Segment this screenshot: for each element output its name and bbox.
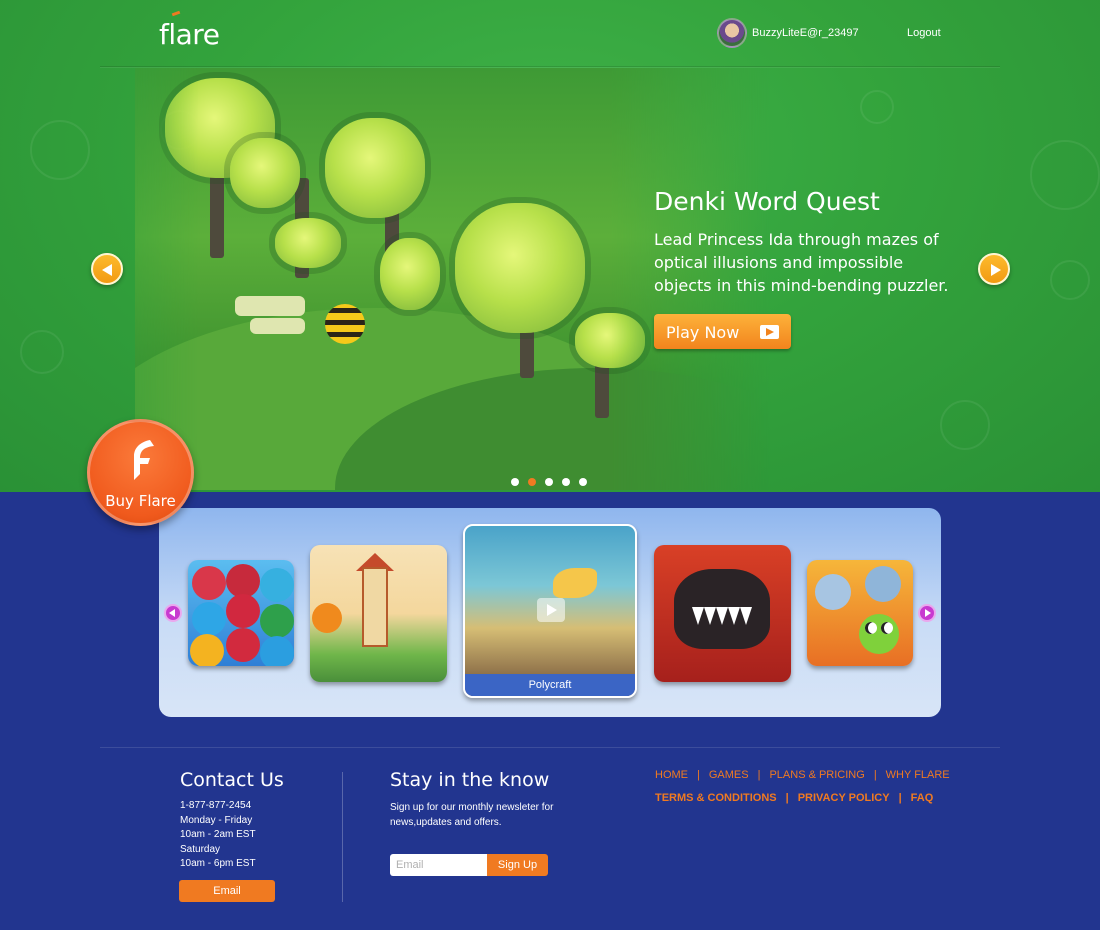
link-separator: | [898,792,902,804]
footer-nav-primary: HOME | GAMES | PLANS & PRICING | WHY FLARE [655,769,950,781]
slide-dot-3[interactable] [545,478,553,486]
bubble [226,628,260,662]
tree-canopy [230,138,300,208]
game-tile-polycraft[interactable]: Polycraft [463,524,637,698]
flare-logo[interactable]: flare [159,10,220,51]
monster [674,569,770,649]
slide-description: Lead Princess Ida through mazes of optic… [654,230,949,295]
slide-dot-1[interactable] [511,478,519,486]
slide-dot-2[interactable] [528,478,536,486]
slide-pagination [511,478,587,486]
explosion [553,568,597,598]
game-tile-cut-the-rope[interactable] [807,560,913,666]
stone-path [250,318,305,334]
stone-path [235,296,305,316]
email-button[interactable]: Email [179,880,275,902]
contact-hours: 10am - 2am EST [180,829,256,840]
username[interactable]: BuzzyLiteE@r_23497 [752,27,859,39]
om-nom-character [859,614,899,654]
footer-link-games[interactable]: GAMES [709,769,749,781]
logo-accent [171,10,181,17]
background-swirl [20,330,64,374]
newsletter-text: Sign up for our monthly newsleter for ne… [390,802,554,828]
hero-banner: flare BuzzyLiteE@r_23497 Logout Denki Wo… [0,0,1100,492]
flare-logo-icon [134,440,154,480]
logout-link[interactable]: Logout [907,27,941,39]
bubble [260,568,294,602]
carousel-next-button[interactable] [918,604,936,622]
user-avatar[interactable] [717,18,747,48]
bubble [226,564,260,598]
background-swirl [940,400,990,450]
footer-column-divider [342,772,343,902]
tree-canopy [380,238,440,310]
hero-prev-button[interactable] [91,253,123,285]
buy-flare-label: Buy Flare [105,492,176,510]
link-separator: | [785,792,789,804]
tree-canopy [325,118,425,218]
background-swirl [1050,260,1090,300]
slide-dot-5[interactable] [579,478,587,486]
link-separator: | [697,769,700,781]
tree-canopy [275,218,341,268]
bubble [226,594,260,628]
background-swirl [860,90,894,124]
link-separator: | [757,769,761,781]
bubble [260,604,294,638]
bubble [192,602,226,636]
slide-dot-4[interactable] [562,478,570,486]
tile-caption: Polycraft [465,674,635,696]
footer-link-why-flare[interactable]: WHY FLARE [886,769,950,781]
hero-next-button[interactable] [978,253,1010,285]
game-tile-bubbles[interactable] [188,560,294,666]
buy-flare-button[interactable]: Buy Flare [87,419,194,526]
contact-phone: 1-877-877-2454 [180,800,252,811]
monster-teeth [692,607,752,625]
header-divider [100,66,1000,67]
signup-button[interactable]: Sign Up [487,854,548,876]
footer-link-terms-conditions[interactable]: TERMS & CONDITIONS [655,792,777,804]
contact-hours-label: Monday - Friday [180,815,253,826]
tree-canopy [455,203,585,333]
footer-nav-legal: TERMS & CONDITIONS | PRIVACY POLICY | FAQ [655,792,933,804]
tree-trunk [210,168,224,258]
contact-heading: Contact Us [180,769,284,791]
bubble [190,634,224,666]
footer-link-privacy-policy[interactable]: PRIVACY POLICY [798,792,890,804]
castle-tower [362,567,388,647]
footer-link-faq[interactable]: FAQ [911,792,934,804]
background-swirl [30,120,90,180]
carousel-prev-button[interactable] [164,604,182,622]
bubble [192,566,226,600]
bubble [260,636,294,666]
game-tile-castle[interactable] [310,545,447,682]
newsletter-email-input[interactable] [390,854,490,876]
character [312,603,342,633]
footer-divider [100,747,1000,748]
footer-link-plans-pricing[interactable]: PLANS & PRICING [769,769,864,781]
background-swirl [1030,140,1100,210]
play-now-button[interactable]: Play Now [654,314,791,349]
video-play-icon[interactable] [537,598,565,622]
tree-canopy [575,313,645,368]
play-now-label: Play Now [666,323,740,342]
contact-hours: 10am - 6pm EST [180,858,256,869]
character [865,566,901,602]
character [815,574,851,610]
slide-title: Denki Word Quest [654,187,880,216]
game-tile-monster[interactable] [654,545,791,682]
contact-hours-label: Saturday [180,844,221,855]
play-icon [760,325,779,339]
bee-character [325,304,365,344]
footer-link-home[interactable]: HOME [655,769,688,781]
newsletter-heading: Stay in the know [390,769,550,791]
link-separator: | [873,769,877,781]
